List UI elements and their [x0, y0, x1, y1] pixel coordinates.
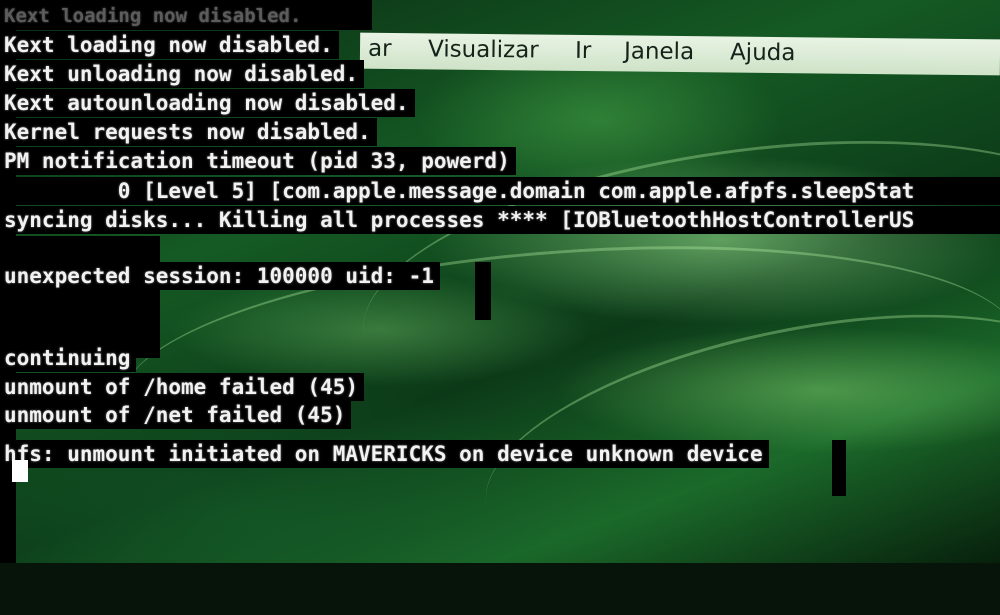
shutdown-console: Kext loading now disabled. Kext loading … [0, 0, 1000, 563]
console-line: PM notification timeout (pid 33, powerd) [0, 147, 516, 175]
console-block [475, 262, 491, 320]
console-line: unmount of /net failed (45) [0, 401, 352, 429]
console-line: unexpected session: 100000 uid: -1 [0, 262, 440, 290]
console-line: Kernel requests now disabled. [0, 118, 377, 146]
console-line-cutoff: Kext loading now disabled. [0, 2, 308, 30]
console-line: syncing disks... Killing all processes *… [0, 206, 1000, 234]
console-line: 0 [Level 5] [com.apple.message.domain co… [0, 177, 1000, 205]
text-cursor-icon [12, 460, 28, 482]
console-block [0, 236, 160, 358]
console-line: hfs: unmount initiated on MAVERICKS on d… [0, 440, 769, 468]
console-line: unmount of /home failed (45) [0, 373, 365, 401]
console-line: Kext autounloading now disabled. [0, 89, 415, 117]
console-line: continuing [0, 344, 137, 372]
console-block [832, 440, 846, 496]
console-line: Kext loading now disabled. [0, 31, 339, 59]
console-line: Kext unloading now disabled. [0, 60, 365, 88]
